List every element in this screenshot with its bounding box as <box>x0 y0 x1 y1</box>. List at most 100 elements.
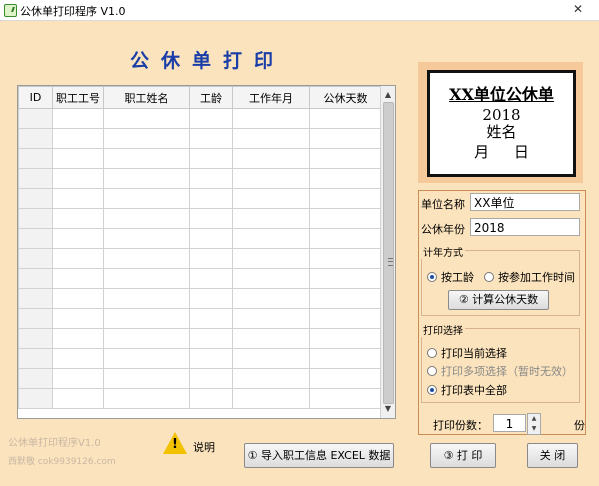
table-cell[interactable] <box>189 208 233 229</box>
radio-by-work-date[interactable]: 按参加工作时间 <box>484 269 575 285</box>
table-row[interactable] <box>18 328 382 349</box>
table-cell[interactable] <box>18 128 53 149</box>
table-cell[interactable] <box>232 388 310 409</box>
table-cell[interactable] <box>103 148 190 169</box>
table-cell[interactable] <box>103 288 190 309</box>
table-row[interactable] <box>18 128 382 149</box>
table-cell[interactable] <box>103 308 190 329</box>
table-row[interactable] <box>18 368 382 389</box>
table-cell[interactable] <box>18 108 53 129</box>
table-cell[interactable] <box>52 288 104 309</box>
copies-stepper[interactable]: ▲ ▼ <box>527 413 541 435</box>
employee-table[interactable]: ID 职工工号 职工姓名 工龄 工作年月 公休天数 ▲ ▼ <box>17 85 396 419</box>
table-cell[interactable] <box>52 208 104 229</box>
table-cell[interactable] <box>232 228 310 249</box>
table-row[interactable] <box>18 228 382 249</box>
table-row[interactable] <box>18 208 382 229</box>
table-cell[interactable] <box>52 248 104 269</box>
table-cell[interactable] <box>309 388 382 409</box>
table-cell[interactable] <box>52 168 104 189</box>
column-header-leave-days[interactable]: 公休天数 <box>309 86 382 109</box>
table-cell[interactable] <box>52 188 104 209</box>
table-cell[interactable] <box>232 288 310 309</box>
table-row[interactable] <box>18 248 382 269</box>
table-cell[interactable] <box>189 288 233 309</box>
radio-by-seniority[interactable]: 按工龄 <box>427 269 474 285</box>
table-cell[interactable] <box>232 168 310 189</box>
table-cell[interactable] <box>18 308 53 329</box>
table-cell[interactable] <box>18 328 53 349</box>
table-cell[interactable] <box>18 368 53 389</box>
table-cell[interactable] <box>103 368 190 389</box>
table-cell[interactable] <box>52 268 104 289</box>
leave-year-input[interactable]: 2018 <box>470 218 580 236</box>
table-cell[interactable] <box>309 288 382 309</box>
table-cell[interactable] <box>232 368 310 389</box>
table-cell[interactable] <box>103 188 190 209</box>
stepper-down-icon[interactable]: ▼ <box>528 424 540 434</box>
table-cell[interactable] <box>52 348 104 369</box>
scroll-up-icon[interactable]: ▲ <box>381 88 395 102</box>
table-cell[interactable] <box>309 268 382 289</box>
table-cell[interactable] <box>52 228 104 249</box>
table-cell[interactable] <box>232 328 310 349</box>
table-cell[interactable] <box>189 388 233 409</box>
table-cell[interactable] <box>232 308 310 329</box>
table-cell[interactable] <box>232 208 310 229</box>
table-cell[interactable] <box>189 128 233 149</box>
close-button[interactable]: 关 闭 <box>527 443 578 468</box>
table-cell[interactable] <box>103 348 190 369</box>
table-cell[interactable] <box>232 248 310 269</box>
table-cell[interactable] <box>189 308 233 329</box>
stepper-up-icon[interactable]: ▲ <box>528 414 540 424</box>
table-row[interactable] <box>18 268 382 289</box>
table-cell[interactable] <box>103 128 190 149</box>
column-header-employee-number[interactable]: 职工工号 <box>52 86 104 109</box>
table-cell[interactable] <box>18 148 53 169</box>
unit-name-input[interactable]: XX单位 <box>470 193 580 211</box>
table-cell[interactable] <box>103 108 190 129</box>
table-cell[interactable] <box>232 188 310 209</box>
table-row[interactable] <box>18 188 382 209</box>
column-header-seniority[interactable]: 工龄 <box>189 86 233 109</box>
scroll-thumb[interactable] <box>383 102 394 404</box>
table-row[interactable] <box>18 288 382 309</box>
copies-input[interactable]: 1 <box>493 414 526 432</box>
table-cell[interactable] <box>52 108 104 129</box>
table-cell[interactable] <box>18 288 53 309</box>
table-cell[interactable] <box>232 148 310 169</box>
table-cell[interactable] <box>189 188 233 209</box>
table-cell[interactable] <box>52 308 104 329</box>
table-cell[interactable] <box>232 128 310 149</box>
table-cell[interactable] <box>189 108 233 129</box>
table-cell[interactable] <box>309 308 382 329</box>
table-cell[interactable] <box>52 148 104 169</box>
table-cell[interactable] <box>309 348 382 369</box>
table-cell[interactable] <box>18 208 53 229</box>
table-cell[interactable] <box>309 368 382 389</box>
table-row[interactable] <box>18 348 382 369</box>
table-cell[interactable] <box>18 268 53 289</box>
close-window-button[interactable]: ✕ <box>561 1 595 17</box>
table-cell[interactable] <box>189 348 233 369</box>
column-header-work-start[interactable]: 工作年月 <box>232 86 310 109</box>
table-cell[interactable] <box>309 188 382 209</box>
table-cell[interactable] <box>309 328 382 349</box>
table-cell[interactable] <box>103 268 190 289</box>
table-row[interactable] <box>18 388 382 409</box>
table-cell[interactable] <box>232 268 310 289</box>
table-cell[interactable] <box>309 208 382 229</box>
table-cell[interactable] <box>52 128 104 149</box>
table-cell[interactable] <box>232 348 310 369</box>
table-cell[interactable] <box>309 248 382 269</box>
print-button[interactable]: ③ 打 印 <box>430 443 496 468</box>
table-scrollbar[interactable]: ▲ ▼ <box>380 86 395 418</box>
table-row[interactable] <box>18 108 382 129</box>
table-cell[interactable] <box>18 248 53 269</box>
table-cell[interactable] <box>52 328 104 349</box>
table-cell[interactable] <box>309 228 382 249</box>
table-cell[interactable] <box>309 168 382 189</box>
table-cell[interactable] <box>103 388 190 409</box>
column-header-id[interactable]: ID <box>18 86 53 109</box>
table-cell[interactable] <box>189 328 233 349</box>
